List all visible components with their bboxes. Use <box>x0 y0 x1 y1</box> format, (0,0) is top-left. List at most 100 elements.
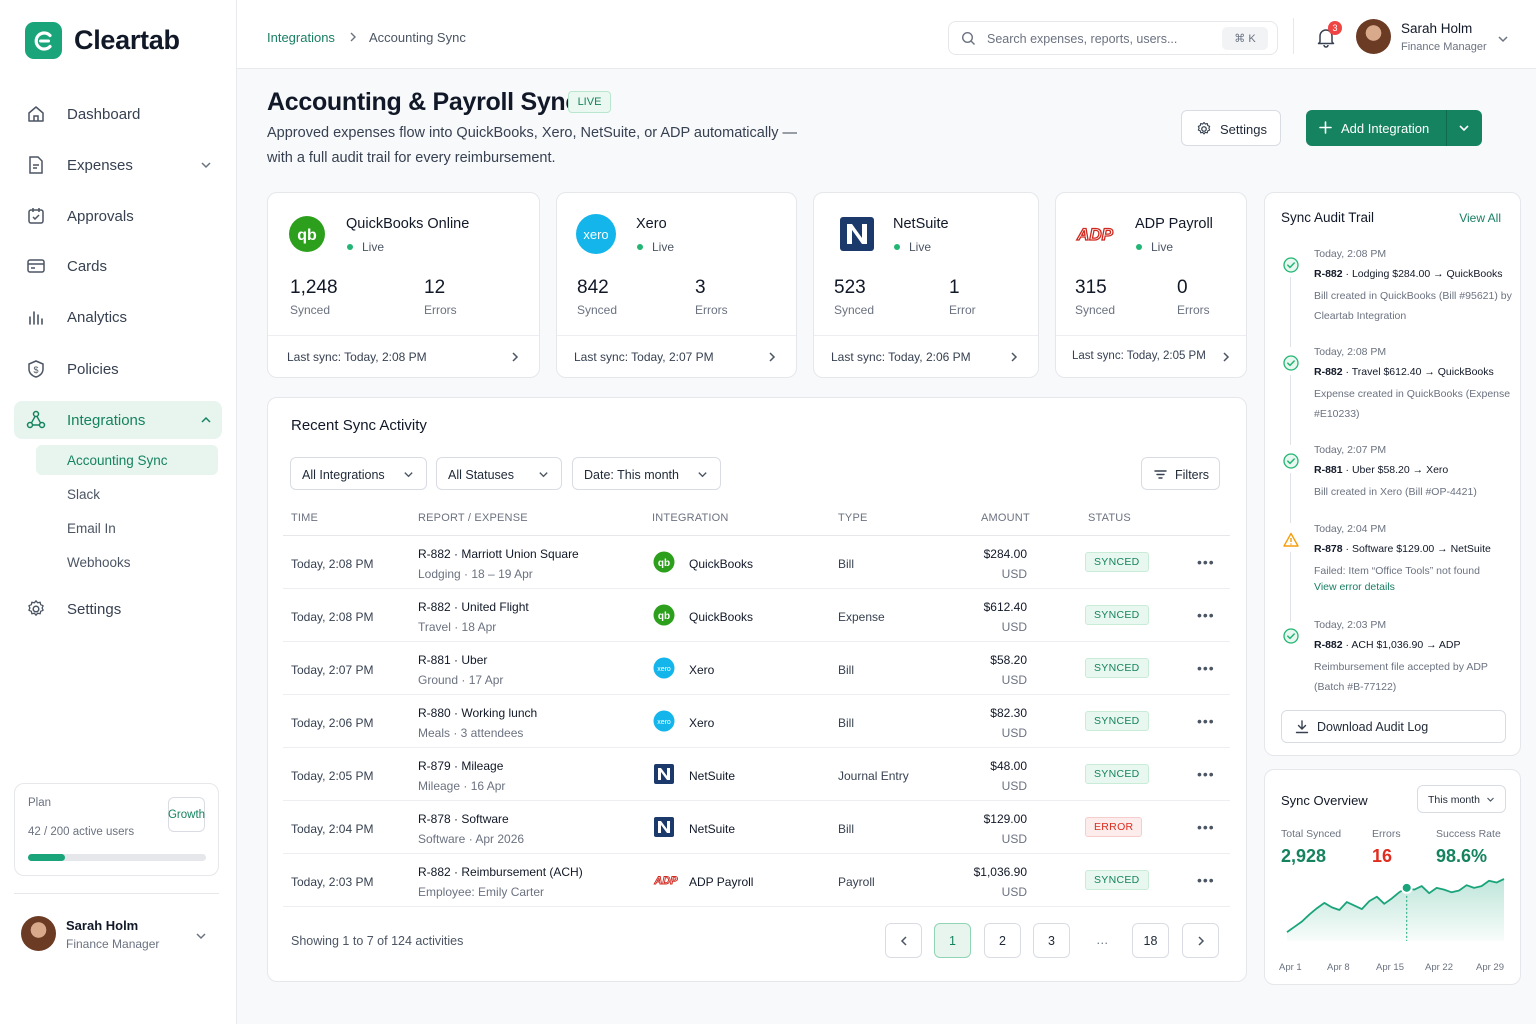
table-row[interactable]: Today, 2:08 PM R-882 · United Flight Trave… <box>283 589 1230 642</box>
more-actions-icon[interactable]: ••• <box>1197 766 1215 782</box>
filters-button[interactable]: Filters <box>1141 457 1220 490</box>
nav-dashboard[interactable]: Dashboard <box>14 95 222 133</box>
previous-page-button[interactable] <box>885 923 922 958</box>
row-report[interactable]: R-881 · Uber <box>418 653 487 667</box>
row-report[interactable]: R-879 · Mileage <box>418 759 503 773</box>
filter-integrations-dropdown[interactable]: All Integrations <box>290 457 427 490</box>
nav-label: Analytics <box>67 308 128 326</box>
column-header[interactable]: STATUS <box>1088 512 1131 524</box>
column-header[interactable]: INTEGRATION <box>652 512 729 524</box>
integration-logo: qb <box>653 604 675 626</box>
more-actions-icon[interactable]: ••• <box>1197 660 1215 676</box>
event-headline[interactable]: R-882 · ACH $1,036.90 → ADP <box>1314 639 1519 651</box>
column-header[interactable]: TIME <box>291 512 318 524</box>
dropdown-label: Date: This month <box>584 468 679 482</box>
chevron-down-icon[interactable] <box>1458 122 1470 134</box>
search-input[interactable]: Search expenses, reports, users... ⌘ K <box>948 21 1278 55</box>
add-integration-button[interactable]: Add Integration <box>1306 110 1482 146</box>
row-report[interactable]: R-882 · United Flight <box>418 600 529 614</box>
dropdown-label: All Integrations <box>302 468 385 482</box>
card-divider <box>268 335 539 336</box>
error-count: 12 <box>424 277 446 298</box>
row-report[interactable]: R-880 · Working lunch <box>418 706 537 720</box>
nav-settings[interactable]: Settings <box>14 590 222 628</box>
subnav-webhooks[interactable]: Webhooks <box>36 547 218 577</box>
column-header[interactable]: TYPE <box>838 512 868 524</box>
sidebar-user-menu[interactable]: Sarah Holm Finance Manager <box>21 916 221 956</box>
adp-logo-icon: ADP <box>653 875 679 888</box>
nav-expenses[interactable]: Expenses <box>14 146 222 184</box>
row-report[interactable]: R-882 · Reimbursement (ACH) <box>418 865 583 879</box>
table-row[interactable]: Today, 2:08 PM R-882 · Marriott Union Squ… <box>283 536 1230 589</box>
event-headline[interactable]: R-882 · Travel $612.40 → QuickBooks <box>1314 366 1519 378</box>
nav-approvals[interactable]: Approvals <box>14 197 222 235</box>
integration-card-adp[interactable]: ADP ADP Payroll Live 315 Synced 0 Errors… <box>1055 192 1247 378</box>
column-header[interactable]: REPORT / EXPENSE <box>418 512 528 524</box>
nav-policies[interactable]: $ Policies <box>14 350 222 388</box>
breadcrumb-integrations[interactable]: Integrations <box>267 30 335 45</box>
chevron-right-icon[interactable] <box>766 351 778 363</box>
column-header[interactable]: AMOUNT <box>981 512 1030 524</box>
sidebar: Cleartab Dashboard Expenses Approvals Ca… <box>0 0 237 1024</box>
brand-logo[interactable]: Cleartab <box>25 22 180 59</box>
page-button-1[interactable]: 1 <box>934 923 971 958</box>
integration-card-netsuite[interactable]: NetSuite Live 523 Synced 1 Error Last sy… <box>813 192 1039 378</box>
subnav-slack[interactable]: Slack <box>36 479 218 509</box>
page-button-2[interactable]: 2 <box>984 923 1021 958</box>
nav-integrations[interactable]: Integrations <box>14 401 222 439</box>
subnav-accounting-sync[interactable]: Accounting Sync <box>36 445 218 475</box>
filter-date-dropdown[interactable]: Date: This month <box>572 457 721 490</box>
integration-card-xero[interactable]: xero Xero Live 842 Synced 3 Errors Last … <box>556 192 797 378</box>
chevron-right-icon[interactable] <box>509 351 521 363</box>
table-row[interactable]: Today, 2:03 PM R-882 · Reimbursement (ACH… <box>283 854 1230 907</box>
more-actions-icon[interactable]: ••• <box>1197 819 1215 835</box>
filter-statuses-dropdown[interactable]: All Statuses <box>436 457 562 490</box>
event-headline[interactable]: R-882 · Lodging $284.00 → QuickBooks <box>1314 268 1519 280</box>
range-dropdown[interactable]: This month <box>1417 785 1506 813</box>
brand-name: Cleartab <box>74 25 180 55</box>
integration-card-quickbooks[interactable]: qb QuickBooks Online Live 1,248 Synced 1… <box>267 192 540 378</box>
more-actions-icon[interactable]: ••• <box>1197 607 1215 623</box>
chart-area-fill <box>1287 879 1504 941</box>
event-headline[interactable]: R-878 · Software $129.00 → NetSuite <box>1314 543 1519 555</box>
more-actions-icon[interactable]: ••• <box>1197 872 1215 888</box>
view-error-details-link[interactable]: View error details <box>1314 581 1395 593</box>
row-report[interactable]: R-882 · Marriott Union Square <box>418 547 579 561</box>
settings-button[interactable]: Settings <box>1181 110 1281 146</box>
subnav-email-in[interactable]: Email In <box>36 513 218 543</box>
table-row[interactable]: Today, 2:04 PM R-878 · Software Software ·… <box>283 801 1230 854</box>
nav-cards[interactable]: Cards <box>14 247 222 285</box>
more-actions-icon[interactable]: ••• <box>1197 554 1215 570</box>
row-currency: USD <box>1001 673 1027 687</box>
row-detail: Employee: Emily Carter <box>418 885 545 899</box>
integration-logo <box>653 816 675 838</box>
more-actions-icon[interactable]: ••• <box>1197 713 1215 729</box>
bar-chart-icon <box>29 311 43 325</box>
page-button-3[interactable]: 3 <box>1033 923 1070 958</box>
next-page-button[interactable] <box>1182 923 1219 958</box>
event-summary: · Software $129.00 → NetSuite <box>1342 543 1491 555</box>
view-all-link[interactable]: View All <box>1459 211 1501 225</box>
chevron-right-icon[interactable] <box>1008 351 1020 363</box>
page-button-18[interactable]: 18 <box>1132 923 1169 958</box>
plan-tier[interactable]: Growth <box>168 797 205 832</box>
row-time: Today, 2:05 PM <box>291 769 374 783</box>
table-row[interactable]: Today, 2:06 PM R-880 · Working lunch Meals… <box>283 695 1230 748</box>
row-report[interactable]: R-878 · Software <box>418 812 509 826</box>
event-time: Today, 2:03 PM <box>1314 619 1387 631</box>
table-row[interactable]: Today, 2:07 PM R-881 · Uber Ground · 17 Ap… <box>283 642 1230 695</box>
synced-count: 1,248 <box>290 277 338 298</box>
integration-logo: ADP <box>653 869 679 891</box>
check-circle-icon <box>1283 257 1299 273</box>
event-headline[interactable]: R-881 · Uber $58.20 → Xero <box>1314 464 1519 476</box>
chevron-right-icon[interactable] <box>1220 351 1232 363</box>
error-label: Errors <box>695 303 728 317</box>
row-integration: Xero <box>689 716 715 730</box>
download-audit-log-button[interactable]: Download Audit Log <box>1281 710 1506 743</box>
table-row[interactable]: Today, 2:05 PM R-879 · Mileage Mileage · 1… <box>283 748 1230 801</box>
plan-usage-fill <box>28 854 66 861</box>
nav-analytics[interactable]: Analytics <box>14 298 222 336</box>
nav-label: Approvals <box>67 207 134 225</box>
chart-highlight-point[interactable] <box>1400 881 1413 894</box>
errors-value: 16 <box>1372 846 1393 866</box>
